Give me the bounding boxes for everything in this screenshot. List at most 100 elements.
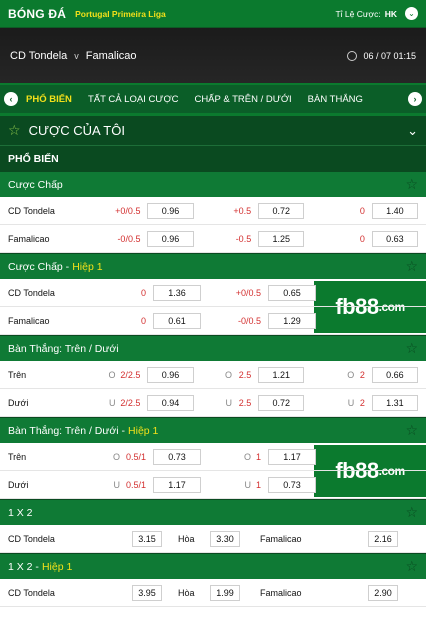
odds-button[interactable]: 1.99 xyxy=(210,584,240,601)
tab-goals[interactable]: BÀN THẮNG xyxy=(308,94,363,105)
line: 2/2.5 xyxy=(120,369,141,380)
team-name: Dưới xyxy=(8,397,29,408)
star-icon[interactable]: ☆ xyxy=(405,504,418,521)
section-handicap-half1: Cược Chấp - Hiệp 1 ☆ xyxy=(0,253,426,279)
section-highlight: Hiệp 1 xyxy=(72,260,103,273)
chevron-right-icon[interactable]: › xyxy=(408,92,422,106)
top-bar: BÓNG ĐÁ Portugal Primeira Liga Tỉ Lệ Cượ… xyxy=(0,0,426,27)
handicap: 0 xyxy=(359,233,365,244)
over-under-prefix: U xyxy=(113,479,121,490)
draw-label: Hòa xyxy=(178,533,195,544)
section-highlight: Hiệp 1 xyxy=(128,424,159,437)
team-name: Famalicao xyxy=(8,315,50,326)
vs-label: v xyxy=(74,50,79,61)
star-icon[interactable]: ☆ xyxy=(405,558,418,575)
odds-button[interactable]: 2.90 xyxy=(368,584,398,601)
match-datetime: 06 / 07 01:15 xyxy=(363,50,416,61)
section-title: Bàn Thắng: Trên / Dưới xyxy=(8,342,119,355)
match-header: CD Tondela v Famalicao 06 / 07 01:15 xyxy=(0,27,426,83)
odds-format-value: HK xyxy=(384,8,397,19)
line: 2 xyxy=(359,397,365,408)
over-under-prefix: U xyxy=(109,397,116,408)
section-title: 1 X 2 xyxy=(8,506,33,519)
section-rows: fb88 .com CD Tondela 0 1.36 +0/0.5 0.65 F… xyxy=(0,279,426,335)
odds-button[interactable]: 1.17 xyxy=(268,448,316,465)
my-bets-title: CƯỢC CỦA TÔI xyxy=(28,123,125,138)
home-team-label: CD Tondela xyxy=(8,533,55,544)
table-row: Famalicao 0 0.61 -0/0.5 1.29 xyxy=(0,307,426,335)
odds-button[interactable]: 0.72 xyxy=(258,202,305,219)
odds-button[interactable]: 1.31 xyxy=(371,394,418,411)
odds-button[interactable]: 3.95 xyxy=(132,584,162,601)
over-under-prefix: U xyxy=(225,397,233,408)
odds-button[interactable]: 0.96 xyxy=(147,230,194,247)
league-name[interactable]: Portugal Primeira Liga xyxy=(75,9,166,19)
odds-button[interactable]: 1.21 xyxy=(258,366,305,383)
over-under-prefix: O xyxy=(243,451,251,462)
section-rows: fb88 .com Trên O 0.5/1 0.73 O 1 1.17 Dưới… xyxy=(0,443,426,499)
clock-icon xyxy=(347,50,358,61)
table-row: Famalicao -0/0.5 0.96 -0.5 1.25 0 0.63 xyxy=(0,225,426,253)
odds-button[interactable]: 0.73 xyxy=(268,476,316,493)
odds-button[interactable]: 0.94 xyxy=(147,394,194,411)
handicap: 0 xyxy=(140,315,146,326)
chevron-left-icon[interactable]: ‹ xyxy=(4,92,18,106)
odds-format-label: Tỉ Lệ Cược: xyxy=(335,8,381,19)
line: 0.5/1 xyxy=(125,451,146,462)
sport-title: BÓNG ĐÁ xyxy=(8,6,67,21)
line: 2.5 xyxy=(238,369,252,380)
line: 2/2.5 xyxy=(120,397,141,408)
odds-button[interactable]: 1.25 xyxy=(258,230,305,247)
team-name: Famalicao xyxy=(8,233,50,244)
star-icon[interactable]: ☆ xyxy=(405,422,418,439)
odds-button[interactable]: 0.96 xyxy=(147,366,194,383)
table-row: Dưới U 2/2.5 0.94 U 2.5 0.72 U 2 1.31 xyxy=(0,389,426,417)
odds-format-selector[interactable]: Tỉ Lệ Cược: HK ⌄ xyxy=(335,7,418,20)
odds-button[interactable]: 2.16 xyxy=(368,530,398,547)
over-under-prefix: O xyxy=(112,451,120,462)
odds-button[interactable]: 0.72 xyxy=(258,394,305,411)
handicap: 0 xyxy=(359,205,365,216)
team-name: Trên xyxy=(8,451,27,462)
line: 2.5 xyxy=(238,397,252,408)
line: 2 xyxy=(359,369,365,380)
table-row: CD Tondela +0/0.5 0.96 +0.5 0.72 0 1.40 xyxy=(0,197,426,225)
team-name: CD Tondela xyxy=(8,205,55,216)
team-name: CD Tondela xyxy=(8,287,55,298)
star-icon[interactable]: ☆ xyxy=(405,176,418,193)
section-1x2-half1: 1 X 2 - Hiệp 1 ☆ xyxy=(0,553,426,579)
tab-handicap-over-under[interactable]: CHẤP & TRÊN / DƯỚI xyxy=(194,94,291,105)
odds-button[interactable]: 0.63 xyxy=(371,230,418,247)
odds-button[interactable]: 1.36 xyxy=(153,284,201,301)
odds-button[interactable]: 0.66 xyxy=(371,366,418,383)
star-icon[interactable]: ☆ xyxy=(405,340,418,357)
team-name: Trên xyxy=(8,369,27,380)
star-icon[interactable]: ☆ xyxy=(405,258,418,275)
odds-button[interactable]: 1.40 xyxy=(371,202,418,219)
over-under-prefix: O xyxy=(347,369,355,380)
chevron-down-icon[interactable]: ⌄ xyxy=(405,7,418,20)
table-row: CD Tondela 3.95 Hòa 1.99 Famalicao 2.90 xyxy=(0,579,426,607)
match-time: 06 / 07 01:15 xyxy=(347,50,416,61)
odds-button[interactable]: 1.17 xyxy=(153,476,201,493)
tab-popular[interactable]: PHỔ BIẾN xyxy=(26,94,72,105)
odds-button[interactable]: 0.96 xyxy=(147,202,194,219)
odds-button[interactable]: 0.61 xyxy=(153,312,201,329)
market-tabs: ‹ PHỔ BIẾN TẤT CẢ LOẠI CƯỢC CHẤP & TRÊN … xyxy=(0,83,426,113)
tab-all-bets[interactable]: TẤT CẢ LOẠI CƯỢC xyxy=(88,94,179,105)
odds-button[interactable]: 0.73 xyxy=(153,448,201,465)
handicap: -0/0.5 xyxy=(237,315,261,326)
handicap: +0/0.5 xyxy=(235,287,261,298)
chevron-down-icon[interactable]: ⌄ xyxy=(407,123,418,139)
draw-label: Hòa xyxy=(178,587,195,598)
handicap: -0/0.5 xyxy=(117,233,141,244)
odds-button[interactable]: 1.29 xyxy=(268,312,316,329)
section-title: 1 X 2 - xyxy=(8,560,39,573)
table-row: CD Tondela 3.15 Hòa 3.30 Famalicao 2.16 xyxy=(0,525,426,553)
my-bets-bar[interactable]: ☆ CƯỢC CỦA TÔI ⌄ xyxy=(0,113,426,145)
handicap: -0.5 xyxy=(235,233,252,244)
team-name: Dưới xyxy=(8,479,29,490)
odds-button[interactable]: 0.65 xyxy=(268,284,316,301)
odds-button[interactable]: 3.30 xyxy=(210,530,240,547)
odds-button[interactable]: 3.15 xyxy=(132,530,162,547)
